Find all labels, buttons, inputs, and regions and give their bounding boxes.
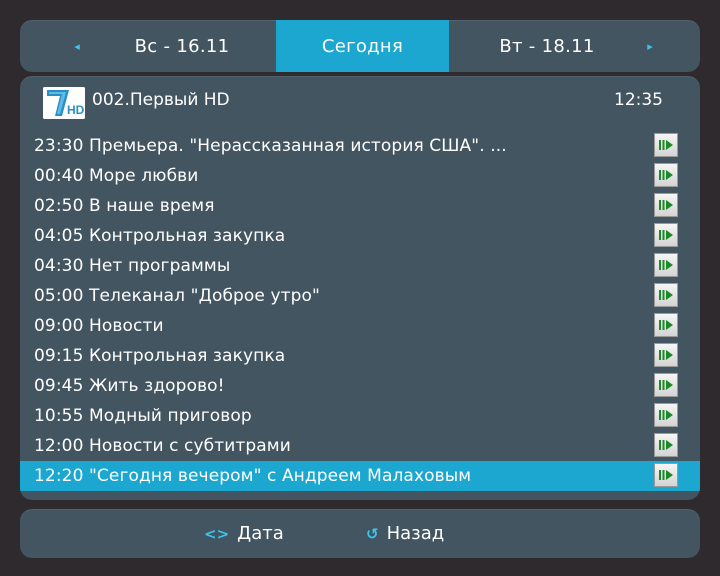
program-title: 23:30 Премьера. "Нерассказанная история … (34, 136, 507, 156)
record-play-icon (659, 140, 673, 150)
program-row[interactable]: 02:50 В наше время (20, 191, 700, 221)
record-play-icon (659, 440, 673, 450)
record-play-icon (659, 410, 673, 420)
record-button[interactable] (654, 253, 678, 277)
record-button[interactable] (654, 163, 678, 187)
record-play-icon (659, 350, 673, 360)
channel-name: 002.Первый HD (92, 90, 230, 110)
program-row[interactable]: 10:55 Модный приговор (20, 401, 700, 431)
program-row[interactable]: 04:05 Контрольная закупка (20, 221, 700, 251)
record-button[interactable] (654, 463, 678, 487)
footer-hints: <> Дата ↺ Назад (20, 509, 700, 558)
channel-one-logo-icon: HD (43, 87, 85, 119)
program-row[interactable]: 12:20 "Сегодня вечером" с Андреем Малахо… (20, 461, 700, 491)
next-day-tab[interactable]: Вт - 18.11 (449, 20, 645, 72)
record-play-icon (659, 230, 673, 240)
record-play-icon (659, 320, 673, 330)
program-title: 09:45 Жить здорово! (34, 376, 225, 396)
back-hint[interactable]: ↺ Назад (366, 509, 444, 558)
record-button[interactable] (654, 133, 678, 157)
record-button[interactable] (654, 313, 678, 337)
record-button[interactable] (654, 403, 678, 427)
record-button[interactable] (654, 283, 678, 307)
back-arrow-icon: ↺ (366, 524, 379, 543)
program-title: 04:30 Нет программы (34, 256, 231, 276)
record-button[interactable] (654, 433, 678, 457)
channel-logo: HD (43, 87, 85, 119)
next-day-arrow-icon[interactable]: ▸ (640, 20, 660, 72)
left-right-arrows-icon: <> (204, 524, 230, 543)
program-list: 23:30 Премьера. "Нерассказанная история … (20, 131, 700, 491)
program-title: 09:00 Новости (34, 316, 164, 336)
program-title: 12:00 Новости с субтитрами (34, 436, 291, 456)
record-button[interactable] (654, 193, 678, 217)
date-hint-label: Дата (237, 523, 284, 544)
program-row[interactable]: 04:30 Нет программы (20, 251, 700, 281)
program-title: 10:55 Модный приговор (34, 406, 252, 426)
record-play-icon (659, 260, 673, 270)
prev-day-tab[interactable]: Вс - 16.11 (88, 20, 276, 72)
record-button[interactable] (654, 223, 678, 247)
current-time: 12:35 (614, 90, 663, 110)
record-play-icon (659, 470, 673, 480)
back-hint-label: Назад (386, 523, 445, 544)
program-title: 04:05 Контрольная закупка (34, 226, 286, 246)
date-selector-bar: ◂ Вс - 16.11 Сегодня Вт - 18.11 ▸ (20, 20, 700, 72)
program-title: 12:20 "Сегодня вечером" с Андреем Малахо… (34, 466, 472, 486)
record-play-icon (659, 200, 673, 210)
program-title: 09:15 Контрольная закупка (34, 346, 286, 366)
program-title: 02:50 В наше время (34, 196, 215, 216)
program-row[interactable]: 09:15 Контрольная закупка (20, 341, 700, 371)
record-play-icon (659, 170, 673, 180)
today-tab[interactable]: Сегодня (276, 20, 449, 72)
program-title: 05:00 Телеканал "Доброе утро" (34, 286, 320, 306)
program-title: 00:40 Море любви (34, 166, 199, 186)
program-row[interactable]: 00:40 Море любви (20, 161, 700, 191)
svg-text:HD: HD (67, 103, 85, 117)
date-hint[interactable]: <> Дата (204, 509, 284, 558)
program-row[interactable]: 12:00 Новости с субтитрами (20, 431, 700, 461)
record-play-icon (659, 380, 673, 390)
program-row[interactable]: 05:00 Телеканал "Доброе утро" (20, 281, 700, 311)
record-play-icon (659, 290, 673, 300)
record-button[interactable] (654, 343, 678, 367)
program-guide-panel: HD 002.Первый HD 12:35 23:30 Премьера. "… (20, 76, 700, 500)
program-row[interactable]: 23:30 Премьера. "Нерассказанная история … (20, 131, 700, 161)
program-row[interactable]: 09:00 Новости (20, 311, 700, 341)
prev-day-arrow-icon[interactable]: ◂ (67, 20, 87, 72)
program-row[interactable]: 09:45 Жить здорово! (20, 371, 700, 401)
record-button[interactable] (654, 373, 678, 397)
